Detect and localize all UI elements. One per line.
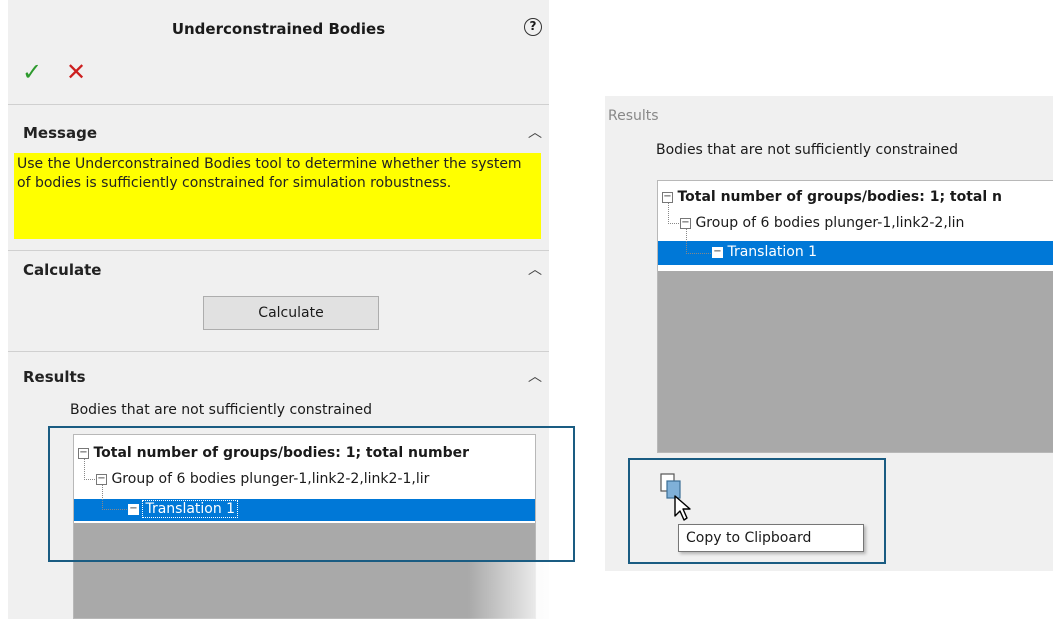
zoom-tree-root-label: Total number of groups/bodies: 1; total … [677, 189, 1003, 205]
results-section-title[interactable]: Results [23, 368, 86, 386]
zoom-tree-row-group[interactable]: − Group of 6 bodies plunger-1,link2-2,li… [680, 215, 964, 231]
tree-empty-area [658, 271, 1053, 452]
results-caption: Bodies that are not sufficiently constra… [70, 402, 373, 418]
zoom-tree-row-translation[interactable]: − Translation 1 [712, 244, 817, 260]
zoom-results-tree[interactable]: − Total number of groups/bodies: 1; tota… [657, 180, 1053, 453]
collapse-minus-icon[interactable]: − [712, 246, 723, 258]
zoom-tree-row-root[interactable]: − Total number of groups/bodies: 1; tota… [662, 189, 1002, 205]
zoom-tree-group-label: Group of 6 bodies plunger-1,link2-2,lin [695, 215, 965, 231]
highlight-callout-box-2 [628, 458, 886, 564]
fade-overlay [468, 560, 558, 620]
collapse-results-chevron-icon[interactable]: ︿ [528, 366, 542, 386]
ok-check-icon[interactable]: ✓ [22, 58, 42, 86]
mouse-cursor-icon [674, 495, 691, 521]
collapse-minus-icon[interactable]: − [662, 191, 673, 203]
collapse-minus-icon[interactable]: − [680, 217, 691, 229]
cancel-x-icon[interactable]: ✕ [66, 58, 86, 86]
collapse-calculate-chevron-icon[interactable]: ︿ [528, 259, 542, 279]
zoom-tree-leaf-label: Translation 1 [727, 244, 818, 260]
message-section-title[interactable]: Message [23, 124, 97, 142]
panel-title: Underconstrained Bodies [171, 20, 386, 38]
divider [8, 351, 549, 352]
calculate-section-title[interactable]: Calculate [23, 261, 101, 279]
zoom-results-caption: Bodies that are not sufficiently constra… [656, 142, 959, 158]
divider [8, 250, 549, 251]
zoom-results-title: Results [608, 108, 659, 124]
collapse-message-chevron-icon[interactable]: ︿ [528, 122, 542, 142]
message-text: Use the Underconstrained Bodies tool to … [14, 153, 541, 239]
calculate-button[interactable]: Calculate [203, 296, 379, 330]
divider [8, 104, 549, 105]
help-icon[interactable]: ? [524, 18, 542, 36]
tree-connector [686, 229, 711, 254]
highlight-callout-box [48, 426, 575, 562]
tree-connector [668, 203, 679, 224]
